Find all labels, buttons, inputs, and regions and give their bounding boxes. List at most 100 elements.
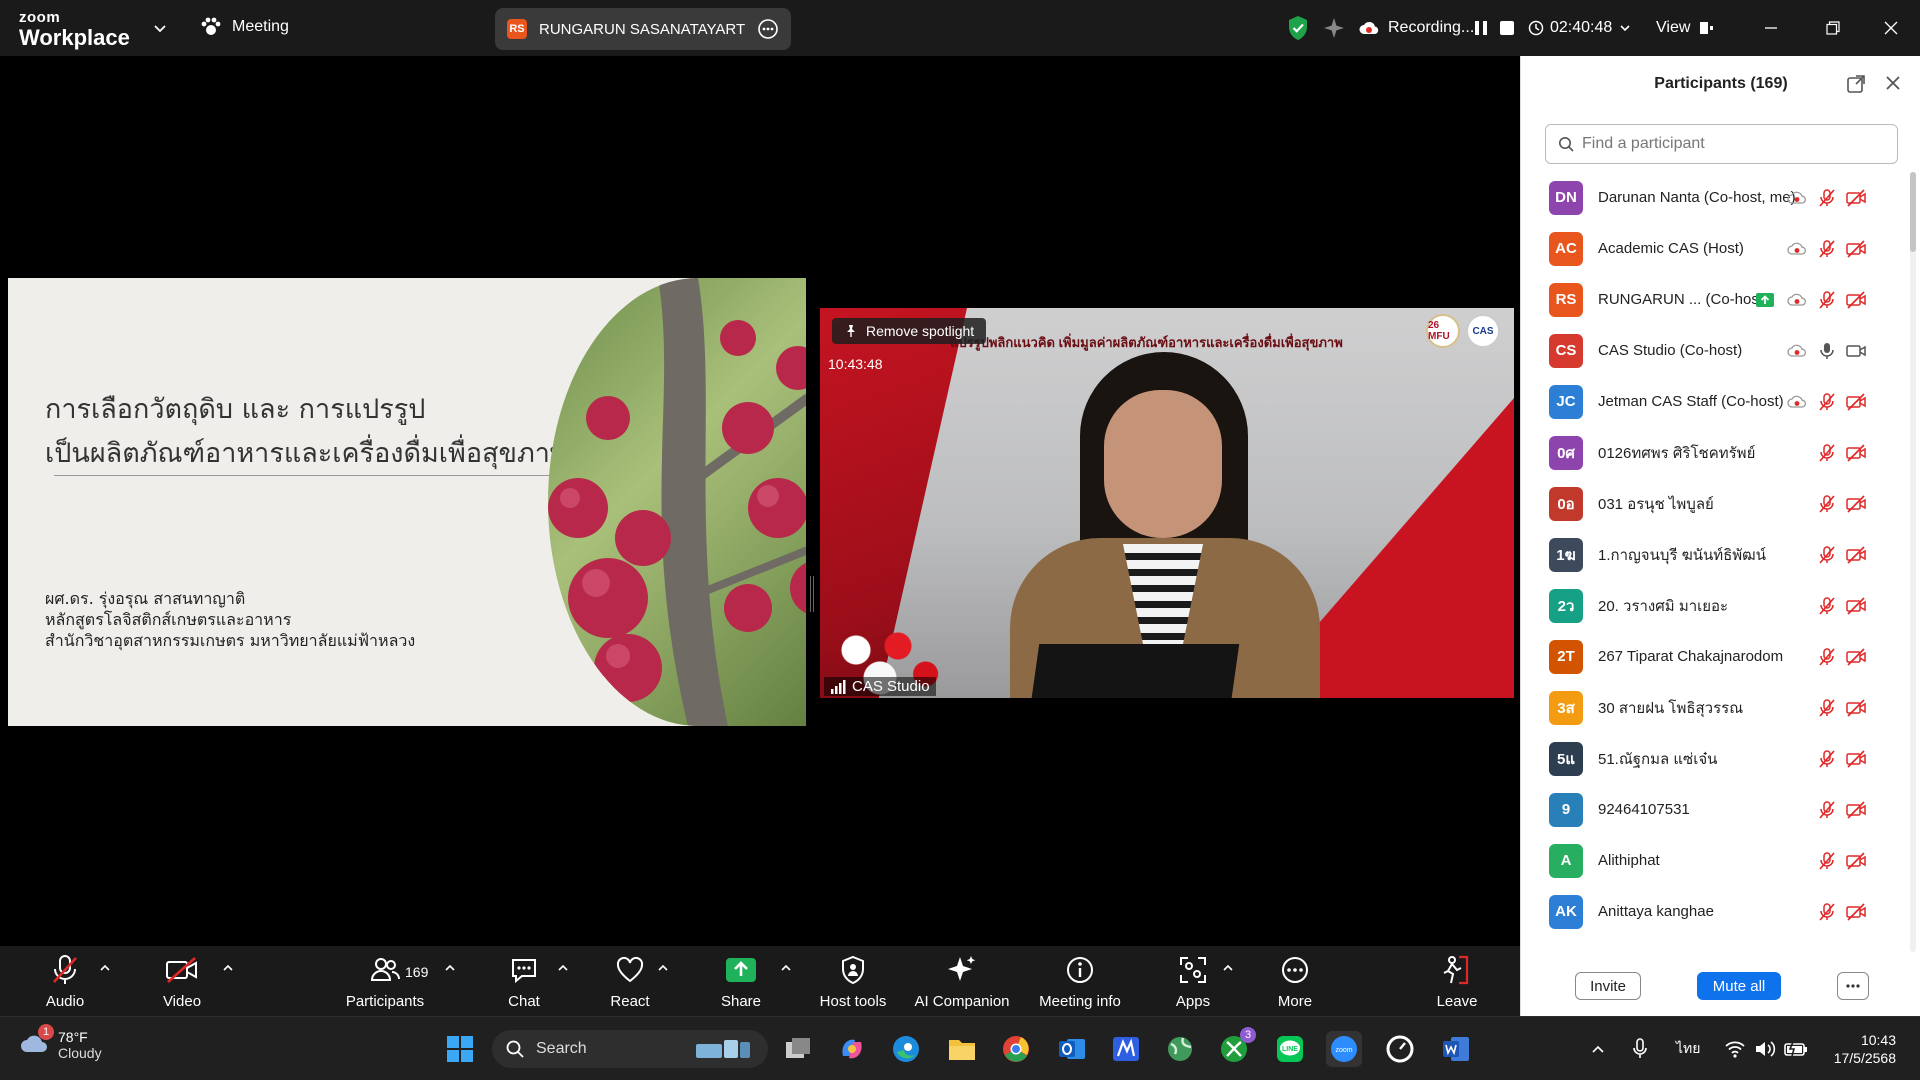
close-panel-icon[interactable] xyxy=(1884,74,1902,92)
participant-row[interactable]: 1ฆ 1.กาญจนบุรี ฆนันท์ธิพัฒน์ xyxy=(1521,529,1901,580)
task-view-button[interactable] xyxy=(780,1031,816,1067)
participant-row[interactable]: 2ว 20. วรางศมิ มาเยอะ xyxy=(1521,580,1901,631)
apps-button[interactable]: Apps xyxy=(1168,946,1218,1016)
minimize-button[interactable] xyxy=(1746,0,1796,56)
camera-off-icon[interactable] xyxy=(1845,851,1867,871)
mic-on-icon[interactable] xyxy=(1817,341,1837,361)
participant-row[interactable]: 9 92464107531 xyxy=(1521,784,1901,835)
mic-muted-icon[interactable] xyxy=(1817,239,1837,259)
react-button[interactable]: React xyxy=(606,946,654,1016)
scrollbar-thumb[interactable] xyxy=(1910,172,1916,252)
screen-share-indicator[interactable]: RS RUNGARUN SASANATAYART's sc xyxy=(495,8,791,50)
battery-icon[interactable] xyxy=(1784,1039,1808,1059)
meeting-button[interactable]: Meeting xyxy=(200,16,289,38)
camera-off-icon[interactable] xyxy=(1845,545,1867,565)
share-options-caret-icon[interactable] xyxy=(780,962,792,974)
outlook-button[interactable] xyxy=(1054,1031,1090,1067)
mic-muted-icon[interactable] xyxy=(1817,749,1837,769)
panel-more-button[interactable] xyxy=(1837,972,1869,1000)
zoom-app-button[interactable]: zoom xyxy=(1326,1031,1362,1067)
mic-muted-icon[interactable] xyxy=(1817,392,1837,412)
copilot-button[interactable] xyxy=(834,1031,870,1067)
view-button[interactable]: View xyxy=(1656,0,1714,56)
camera-off-icon[interactable] xyxy=(1845,443,1867,463)
more-options-icon[interactable] xyxy=(757,18,779,40)
participant-row[interactable]: AC Academic CAS (Host) xyxy=(1521,223,1901,274)
split-view-handle[interactable] xyxy=(810,576,814,612)
chrome-button[interactable] xyxy=(998,1031,1034,1067)
mic-muted-icon[interactable] xyxy=(1817,596,1837,616)
word-button[interactable] xyxy=(1438,1031,1474,1067)
meeting-info-button[interactable]: Meeting info xyxy=(1034,946,1126,1016)
app-m-button[interactable] xyxy=(1108,1031,1144,1067)
host-tools-button[interactable]: Host tools xyxy=(812,946,894,1016)
apps-options-caret-icon[interactable] xyxy=(1222,962,1234,974)
pop-out-icon[interactable] xyxy=(1846,74,1866,94)
participant-row[interactable]: RS RUNGARUN ... (Co-host) xyxy=(1521,274,1901,325)
mic-muted-icon[interactable] xyxy=(1817,698,1837,718)
remove-spotlight-button[interactable]: Remove spotlight xyxy=(832,318,987,344)
speaker-video[interactable]: แปรรูปพลิกแนวคิด เพิ่มมูลค่าผลิตภัณฑ์อาห… xyxy=(820,308,1514,698)
chevron-down-icon[interactable] xyxy=(152,20,168,36)
chat-button[interactable]: Chat xyxy=(500,946,548,1016)
camera-off-icon[interactable] xyxy=(1845,392,1867,412)
camera-off-icon[interactable] xyxy=(1845,647,1867,667)
participant-search-input[interactable]: Find a participant xyxy=(1545,124,1898,164)
participant-row[interactable]: 2T 267 Tiparat Chakajnarodom xyxy=(1521,631,1901,682)
stop-recording-icon[interactable] xyxy=(1496,17,1518,39)
restore-button[interactable] xyxy=(1808,0,1858,56)
participant-row[interactable]: JC Jetman CAS Staff (Co-host) xyxy=(1521,376,1901,427)
wifi-icon[interactable] xyxy=(1724,1039,1746,1059)
video-options-caret-icon[interactable] xyxy=(222,962,234,974)
ai-companion-button[interactable]: AI Companion xyxy=(910,946,1014,1016)
line-app-button[interactable]: LINE xyxy=(1272,1031,1308,1067)
participant-row[interactable]: 5แ 51.ณัฐกมล แซ่เจ๋น xyxy=(1521,733,1901,784)
weather-widget[interactable]: 1 78°F Cloudy xyxy=(20,1024,102,1061)
pause-recording-icon[interactable] xyxy=(1470,17,1492,39)
microphone-tray-icon[interactable] xyxy=(1632,1037,1648,1061)
camera-off-icon[interactable] xyxy=(1845,494,1867,514)
participant-row[interactable]: CS CAS Studio (Co-host) xyxy=(1521,325,1901,376)
camera-off-icon[interactable] xyxy=(1845,188,1867,208)
camera-off-icon[interactable] xyxy=(1845,596,1867,616)
mute-all-button[interactable]: Mute all xyxy=(1697,972,1781,1000)
xbox-button[interactable]: 3 xyxy=(1216,1027,1256,1067)
mic-muted-icon[interactable] xyxy=(1817,902,1837,922)
more-button[interactable]: More xyxy=(1270,946,1320,1016)
chat-options-caret-icon[interactable] xyxy=(557,962,569,974)
speed-app-button[interactable] xyxy=(1382,1031,1418,1067)
input-language[interactable]: ไทย xyxy=(1676,1017,1700,1080)
participant-row[interactable]: 0อ 031 อรนุช ไพบูลย์ xyxy=(1521,478,1901,529)
audio-button[interactable]: Audio xyxy=(34,946,96,1016)
encryption-shield-icon[interactable] xyxy=(1286,14,1310,42)
camera-on-icon[interactable] xyxy=(1845,341,1867,361)
participants-button[interactable]: Participants xyxy=(340,946,430,1016)
participant-row[interactable]: 3ส 30 สายฝน โพธิสุวรรณ xyxy=(1521,682,1901,733)
camera-off-icon[interactable] xyxy=(1845,698,1867,718)
invite-button[interactable]: Invite xyxy=(1575,972,1641,1000)
globe-app-button[interactable] xyxy=(1162,1031,1198,1067)
video-button[interactable]: Video xyxy=(150,946,214,1016)
mic-muted-icon[interactable] xyxy=(1817,647,1837,667)
camera-off-icon[interactable] xyxy=(1845,800,1867,820)
react-options-caret-icon[interactable] xyxy=(657,962,669,974)
camera-off-icon[interactable] xyxy=(1845,290,1867,310)
meeting-timer[interactable]: 02:40:48 xyxy=(1528,0,1632,56)
close-window-button[interactable] xyxy=(1866,0,1916,56)
ai-sparkle-icon[interactable] xyxy=(1322,16,1346,40)
share-button[interactable]: Share xyxy=(716,946,766,1016)
camera-off-icon[interactable] xyxy=(1845,239,1867,259)
shared-screen[interactable]: การเลือกวัตถุดิบ และ การแปรรูป เป็นผลิตภ… xyxy=(8,254,806,754)
participant-row[interactable]: 0ศ 0126ทศพร ศิริโชคทรัพย์ xyxy=(1521,427,1901,478)
mic-muted-icon[interactable] xyxy=(1817,800,1837,820)
participants-options-caret-icon[interactable] xyxy=(444,962,456,974)
chevron-up-icon[interactable] xyxy=(1590,1041,1606,1057)
participant-row[interactable]: A Alithiphat xyxy=(1521,835,1901,886)
system-clock[interactable]: 10:43 17/5/2568 xyxy=(1834,1031,1896,1067)
leave-button[interactable]: Leave xyxy=(1432,946,1482,1016)
camera-off-icon[interactable] xyxy=(1845,749,1867,769)
mic-muted-icon[interactable] xyxy=(1817,851,1837,871)
edge-browser-button[interactable] xyxy=(888,1031,924,1067)
mic-muted-icon[interactable] xyxy=(1817,545,1837,565)
mic-muted-icon[interactable] xyxy=(1817,443,1837,463)
